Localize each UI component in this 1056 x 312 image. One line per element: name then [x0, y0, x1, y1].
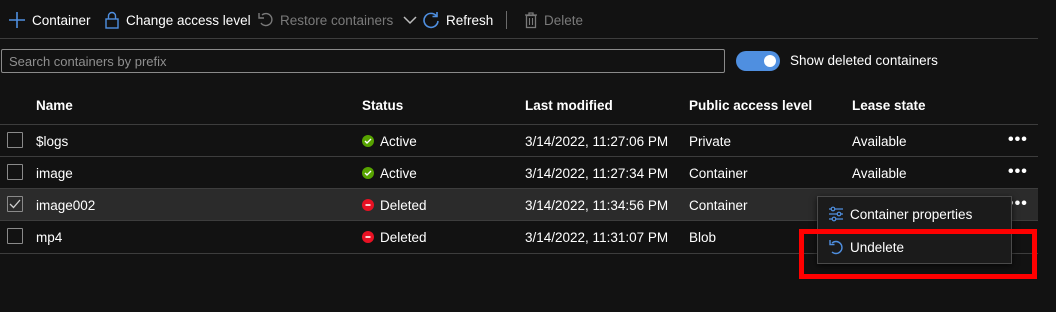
delete-button[interactable]: Delete — [524, 0, 583, 40]
restore-containers-button[interactable]: Restore containers — [258, 0, 417, 40]
column-header-name[interactable]: Name — [36, 98, 73, 113]
active-status-icon — [362, 135, 374, 147]
delete-label: Delete — [544, 12, 584, 28]
search-box — [1, 49, 725, 73]
change-access-level-label: Change access level — [126, 12, 251, 28]
restore-containers-label: Restore containers — [280, 12, 394, 28]
show-deleted-label: Show deleted containers — [790, 53, 938, 68]
status-text: Deleted — [380, 197, 427, 213]
checkmark-icon — [9, 199, 21, 209]
table-row[interactable]: $logs Active 3/14/2022, 11:27:06 PM Priv… — [0, 124, 1038, 157]
status-cell: Deleted — [362, 221, 427, 253]
row-checkbox[interactable] — [7, 164, 23, 180]
container-name[interactable]: image002 — [36, 189, 95, 221]
lock-icon — [105, 11, 119, 29]
column-header-lease-state[interactable]: Lease state — [852, 98, 926, 113]
deleted-status-icon — [362, 231, 374, 243]
table-row[interactable]: image Active 3/14/2022, 11:27:34 PM Cont… — [0, 156, 1038, 189]
access-level-cell: Container — [689, 165, 748, 181]
change-access-level-button[interactable]: Change access level — [104, 0, 251, 40]
last-modified-cell: 3/14/2022, 11:27:34 PM — [525, 165, 669, 181]
chevron-down-icon — [403, 16, 417, 25]
active-status-icon — [362, 167, 374, 179]
container-name[interactable]: $logs — [36, 125, 68, 157]
show-deleted-toggle[interactable] — [736, 51, 780, 71]
restore-icon — [258, 12, 273, 27]
row-checkbox[interactable] — [7, 132, 23, 148]
more-options-icon[interactable]: ••• — [1008, 157, 1028, 187]
search-input[interactable] — [2, 50, 724, 72]
access-level-cell: Private — [689, 133, 732, 149]
last-modified-cell: 3/14/2022, 11:27:06 PM — [525, 133, 669, 149]
status-text: Active — [380, 133, 417, 149]
status-cell: Deleted — [362, 189, 427, 221]
lease-state-cell: Available — [852, 165, 907, 181]
command-toolbar: Container Change access level Restore co… — [0, 0, 1056, 40]
highlight-box — [799, 229, 1037, 279]
lease-state-cell: Available — [852, 133, 907, 149]
toolbar-divider — [506, 11, 507, 29]
status-text: Deleted — [380, 229, 427, 245]
trash-icon — [525, 12, 537, 29]
menu-item-label: Container properties — [850, 206, 973, 222]
last-modified-cell: 3/14/2022, 11:31:07 PM — [525, 229, 669, 245]
container-name[interactable]: image — [36, 157, 73, 189]
access-level-cell: Blob — [689, 229, 717, 245]
row-checkbox-checked[interactable] — [7, 196, 23, 212]
column-header-status[interactable]: Status — [362, 98, 403, 113]
properties-icon — [829, 206, 843, 222]
deleted-status-icon — [362, 199, 374, 211]
add-container-button[interactable]: Container — [8, 0, 91, 40]
column-header-last-modified[interactable]: Last modified — [525, 98, 613, 113]
access-level-cell: Container — [689, 197, 748, 213]
plus-icon — [9, 12, 25, 28]
menu-item-container-properties[interactable]: Container properties — [818, 198, 1011, 230]
refresh-button[interactable]: Refresh — [422, 0, 493, 40]
status-cell: Active — [362, 125, 417, 157]
refresh-label: Refresh — [446, 12, 494, 28]
toggle-knob — [764, 55, 776, 67]
last-modified-cell: 3/14/2022, 11:34:56 PM — [525, 197, 669, 213]
status-cell: Active — [362, 157, 417, 189]
column-header-public-access[interactable]: Public access level — [689, 98, 812, 113]
container-name[interactable]: mp4 — [36, 221, 62, 253]
more-options-icon[interactable]: ••• — [1008, 125, 1028, 155]
toolbar-divider-line — [0, 38, 1038, 39]
refresh-icon — [423, 12, 439, 29]
add-container-label: Container — [32, 12, 91, 28]
row-checkbox[interactable] — [7, 228, 23, 244]
status-text: Active — [380, 165, 417, 181]
